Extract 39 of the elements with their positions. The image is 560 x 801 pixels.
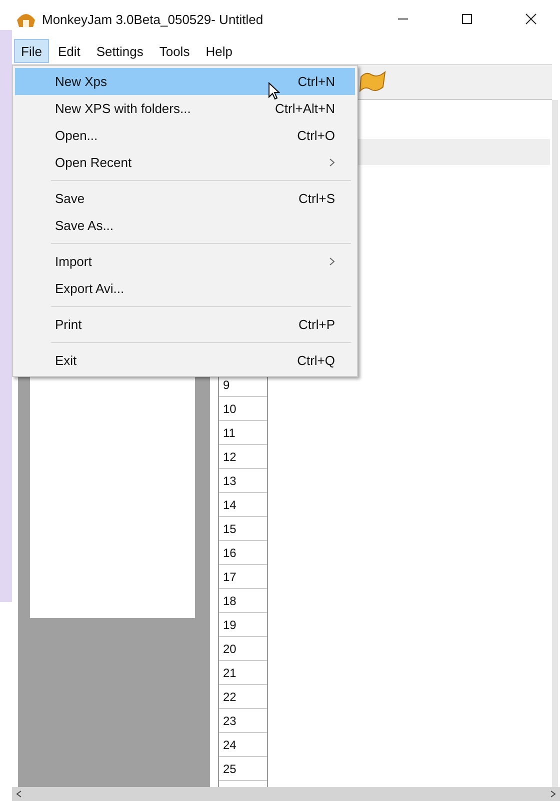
menu-tab[interactable]: Help <box>198 39 240 63</box>
frame-number: 11 <box>219 421 267 445</box>
frame-number: 18 <box>219 589 267 613</box>
frame-number: 24 <box>219 733 267 757</box>
menu-tab[interactable]: File <box>14 39 49 63</box>
frame-number: 13 <box>219 469 267 493</box>
window-title: MonkeyJam 3.0Beta_050529- Untitled <box>42 12 264 26</box>
menu-tab[interactable]: Tools <box>152 39 197 63</box>
menu-item[interactable]: Import <box>15 248 355 275</box>
menu-tab[interactable]: Settings <box>89 39 150 63</box>
frame-number: 20 <box>219 637 267 661</box>
menu-item[interactable]: New XPS with folders... Ctrl+Alt+N <box>15 95 355 122</box>
scroll-left-icon[interactable] <box>16 790 22 798</box>
menu-item[interactable]: Export Avi... <box>15 275 355 302</box>
frame-number: 15 <box>219 517 267 541</box>
frame-number: 22 <box>219 685 267 709</box>
horizontal-scrollbar[interactable] <box>12 787 560 801</box>
vertical-scrollbar[interactable] <box>552 100 558 787</box>
frame-number: 12 <box>219 445 267 469</box>
menu-item[interactable]: Open Recent <box>15 149 355 176</box>
frame-number: 25 <box>219 757 267 781</box>
frame-number: 23 <box>219 709 267 733</box>
menu-item[interactable]: Save Ctrl+S <box>15 185 355 212</box>
menu-item[interactable]: Exit Ctrl+Q <box>15 347 355 374</box>
menu-item[interactable]: New Xps Ctrl+N <box>15 68 355 95</box>
menu-item[interactable]: Open... Ctrl+O <box>15 122 355 149</box>
frame-number: 16 <box>219 541 267 565</box>
cursor-icon <box>268 82 280 100</box>
scroll-right-icon[interactable] <box>550 790 556 798</box>
menu-item[interactable]: Save As... <box>15 212 355 239</box>
frame-number: 17 <box>219 565 267 589</box>
close-icon <box>525 13 537 25</box>
frame-number: 21 <box>219 661 267 685</box>
maximize-icon <box>461 13 473 25</box>
frame-number: 10 <box>219 397 267 421</box>
frame-number: 19 <box>219 613 267 637</box>
menu-tab[interactable]: Edit <box>50 39 88 63</box>
menu-item[interactable]: Print Ctrl+P <box>15 311 355 338</box>
frame-number: 14 <box>219 493 267 517</box>
